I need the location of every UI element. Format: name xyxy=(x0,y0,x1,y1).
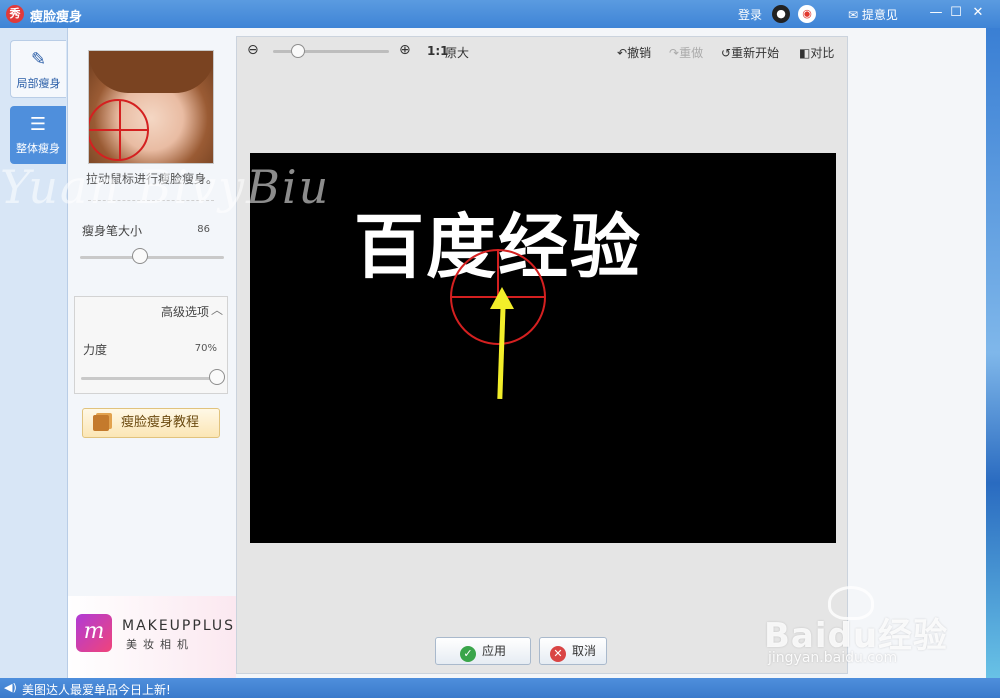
main-area: ⊖ ⊕ 1:1 原大 ↶撤销 ↷重做 ↺重新开始 ◧对比 百度经验 ✓ 应用 ✕… xyxy=(236,28,986,678)
strength-slider[interactable] xyxy=(81,377,221,380)
feedback-link[interactable]: ✉ 提意见 xyxy=(848,6,898,23)
makeupplus-ad[interactable]: m MAKEUPPLUS 美妆相机 xyxy=(68,596,236,678)
canvas-toolbar: ⊖ ⊕ 1:1 原大 ↶撤销 ↷重做 ↺重新开始 ◧对比 xyxy=(237,37,849,65)
redo-icon: ↷ xyxy=(669,46,680,60)
portrait-hair xyxy=(89,51,213,93)
brush-axis xyxy=(89,129,149,131)
tutorial-button[interactable]: 瘦脸瘦身教程 xyxy=(82,408,220,438)
speaker-icon: ◀) xyxy=(4,681,17,694)
feedback-label: 提意见 xyxy=(861,8,898,22)
brush-size-knob[interactable] xyxy=(132,248,148,264)
window-title: 瘦脸瘦身 xyxy=(30,10,83,25)
edit-canvas-photo[interactable]: 百度经验 xyxy=(250,153,836,543)
undo-button[interactable]: ↶撤销 xyxy=(617,44,651,61)
makeupplus-logo-icon: m xyxy=(76,614,112,652)
undo-icon: ↶ xyxy=(617,46,628,60)
divider xyxy=(88,200,214,201)
strength-value: 70% xyxy=(194,343,217,354)
weibo-icon[interactable]: ◉ xyxy=(798,5,816,23)
qq-icon[interactable]: ● xyxy=(772,5,790,23)
check-icon: ✓ xyxy=(459,646,476,662)
close-button[interactable]: ✕ xyxy=(968,4,988,22)
advanced-options-box: 高级选项 ︿ 力度 70% xyxy=(74,296,228,394)
minimize-button[interactable]: — xyxy=(926,4,946,22)
brush-icon: ✎ xyxy=(30,49,47,70)
zoom-out-icon[interactable]: ⊖ xyxy=(247,42,259,58)
cancel-icon: ✕ xyxy=(549,646,566,662)
app-logo-icon: 秀 xyxy=(6,5,24,23)
tab-label: 局部瘦身 xyxy=(16,77,61,90)
zoom-in-icon[interactable]: ⊕ xyxy=(399,42,411,58)
tab-overall-slim[interactable]: ☰ 整体瘦身 xyxy=(10,106,66,164)
status-news-link[interactable]: 美图达人最爱单品今日上新! xyxy=(22,681,171,698)
tab-label: 整体瘦身 xyxy=(16,142,60,155)
tab-local-slim[interactable]: ✎ 局部瘦身 xyxy=(10,40,66,98)
ad-title: MAKEUPPLUS xyxy=(122,618,236,634)
brush-size-value: 86 xyxy=(197,224,210,235)
undo-label: 撤销 xyxy=(627,46,652,60)
cancel-button[interactable]: ✕ 取消 xyxy=(539,637,607,665)
cancel-label: 取消 xyxy=(571,644,596,658)
tutorial-label: 瘦脸瘦身教程 xyxy=(121,415,200,430)
apply-label: 应用 xyxy=(481,644,506,658)
chevron-up-icon[interactable]: ︿ xyxy=(211,301,223,318)
settings-panel: 拉动鼠标进行瘦脸瘦身。 瘦身笔大小 86 高级选项 ︿ 力度 70% 瘦脸瘦身教… xyxy=(68,28,236,678)
usage-hint: 拉动鼠标进行瘦脸瘦身。 xyxy=(85,172,218,186)
tool-rail: ✎ 局部瘦身 ☰ 整体瘦身 xyxy=(0,28,68,678)
restart-label: 重新开始 xyxy=(731,46,780,60)
desktop-background xyxy=(986,28,1000,678)
example-portrait-image xyxy=(88,50,214,164)
brush-size-label: 瘦身笔大小 xyxy=(82,224,143,238)
compare-button[interactable]: ◧对比 xyxy=(799,44,834,61)
status-bar: ◀) 美图达人最爱单品今日上新! xyxy=(0,678,1000,698)
brush-size-slider[interactable] xyxy=(80,256,224,259)
advanced-options-title[interactable]: 高级选项 xyxy=(161,303,209,320)
actual-size-button[interactable]: 原大 xyxy=(445,44,469,61)
redo-button[interactable]: ↷重做 xyxy=(669,44,703,61)
apply-button[interactable]: ✓ 应用 xyxy=(435,637,531,665)
login-link[interactable]: 登录 xyxy=(738,6,762,23)
restart-button[interactable]: ↺重新开始 xyxy=(721,44,779,61)
maximize-button[interactable]: ☐ xyxy=(946,4,966,22)
chat-bubble-icon: ✉ xyxy=(848,8,859,22)
redo-label: 重做 xyxy=(679,46,704,60)
canvas-frame: ⊖ ⊕ 1:1 原大 ↶撤销 ↷重做 ↺重新开始 ◧对比 百度经验 ✓ 应用 ✕… xyxy=(236,36,848,674)
zoom-knob[interactable] xyxy=(291,44,305,58)
app-window: 秀 瘦脸瘦身 登录 ● ◉ ✉ 提意见 — ☐ ✕ ✎ 局部瘦身 ☰ 整体瘦身 xyxy=(0,0,1000,698)
compare-label: 对比 xyxy=(810,46,835,60)
strength-label: 力度 xyxy=(83,343,108,357)
title-bar: 秀 瘦脸瘦身 登录 ● ◉ ✉ 提意见 — ☐ ✕ xyxy=(0,0,1000,28)
compare-icon: ◧ xyxy=(799,46,811,60)
sliders-icon: ☰ xyxy=(29,114,47,135)
ad-subtitle: 美妆相机 xyxy=(126,638,194,651)
book-icon xyxy=(93,415,109,431)
restart-icon: ↺ xyxy=(721,46,732,60)
strength-knob[interactable] xyxy=(209,369,225,385)
